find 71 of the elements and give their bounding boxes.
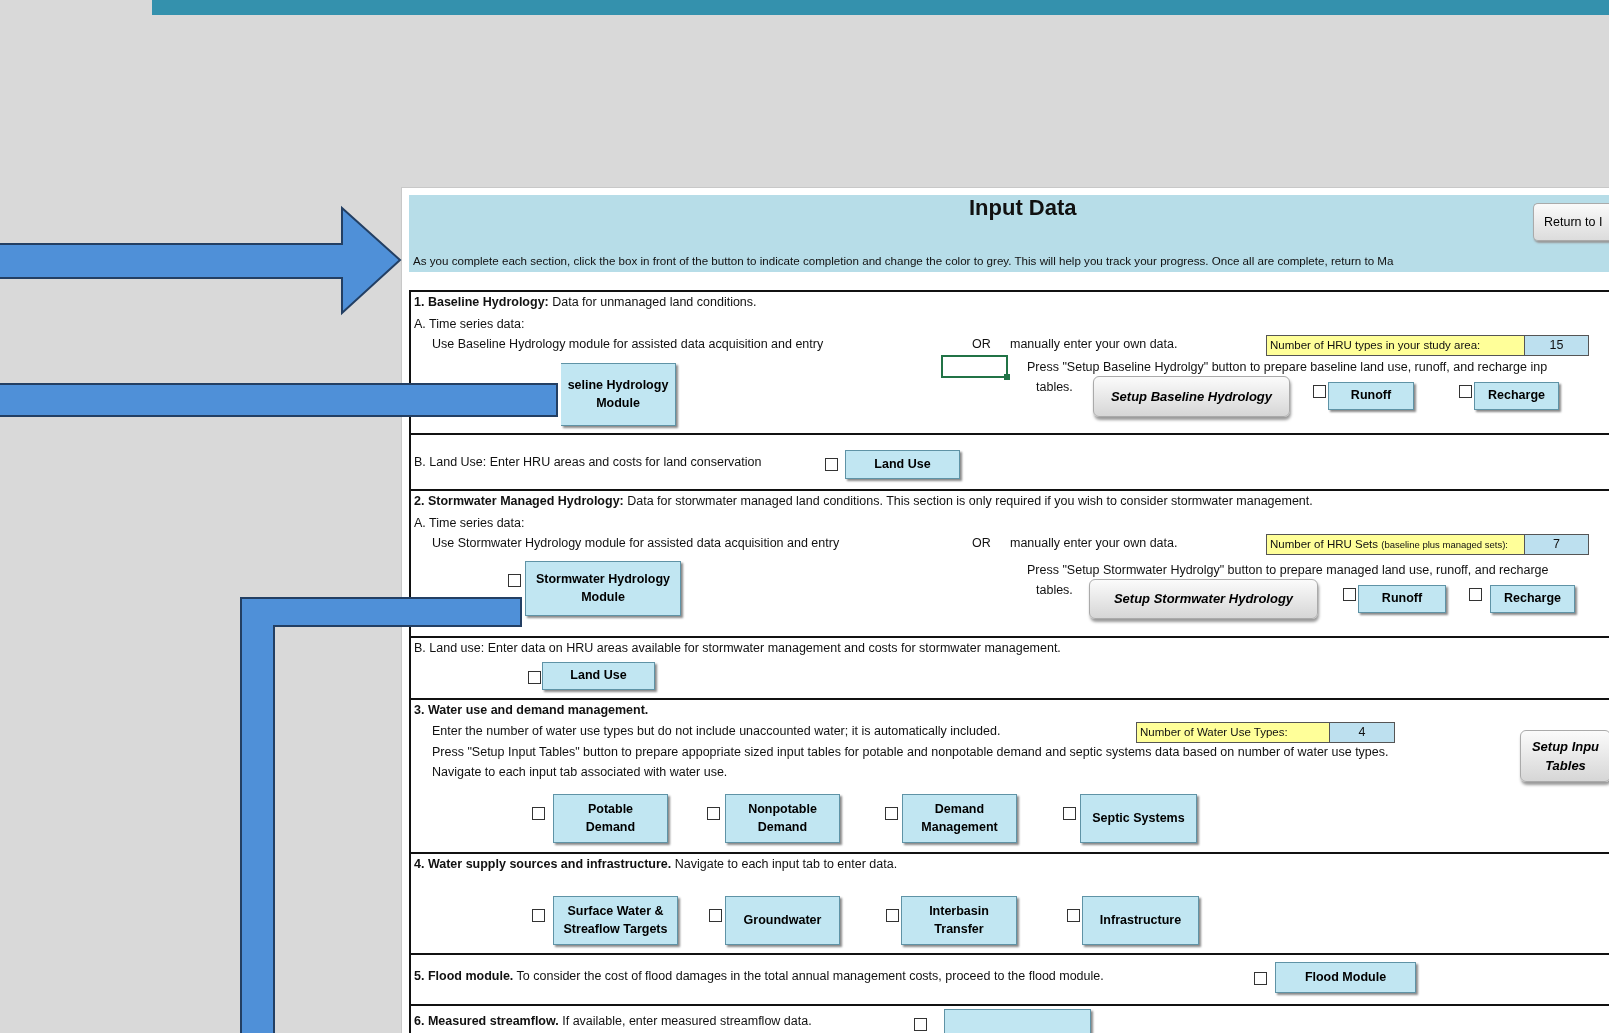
instruction-text: Use Baseline Hydrology module for assisted data acquisition and entry — [432, 336, 825, 353]
checkbox[interactable] — [508, 574, 521, 587]
checkbox[interactable] — [886, 909, 899, 922]
module-button[interactable]: Land Use — [845, 450, 960, 479]
instruction-text: B. Land Use: Enter HRU areas and costs for land conservation — [414, 454, 763, 471]
module-button[interactable]: Infrastructure — [1082, 896, 1199, 945]
section-subheading: A. Time series data: — [414, 316, 526, 333]
checkbox[interactable] — [707, 807, 720, 820]
checkbox[interactable] — [532, 909, 545, 922]
section-heading: 2. Stormwater Managed Hydrology: Data for storwmater managed land conditions. This section is only required if you wish to consider stormwater management. — [414, 493, 1314, 510]
sheet-title: Input Data — [969, 195, 1078, 222]
instruction-text: manually enter your own data. — [1010, 336, 1179, 353]
checkbox[interactable] — [1313, 385, 1326, 398]
section-heading: 6. Measured streamflow. If available, enter measured streamflow data. — [414, 1013, 813, 1030]
section-heading: 3. Water use and demand management. — [414, 702, 650, 719]
instruction-text: tables. — [1036, 379, 1074, 396]
instruction-text: Press "Setup Stormwater Hydrolgy" button to prepare managed land use, runoff, and recharge — [1026, 562, 1550, 579]
instruction-text: B. Land use: Enter data on HRU areas available for stormwater management and costs for stormwater management. — [414, 640, 1062, 657]
checkbox[interactable] — [1459, 385, 1472, 398]
field-label: Number of HRU types in your study area: — [1266, 335, 1525, 356]
return-button[interactable]: Return to I — [1533, 203, 1609, 241]
value-field[interactable]: 4 — [1330, 722, 1395, 743]
instruction-text: Navigate to each input tab associated with water use. — [432, 764, 729, 781]
module-button[interactable]: Nonpotable Demand — [725, 794, 840, 843]
module-button[interactable] — [944, 1009, 1091, 1033]
value-field[interactable]: 15 — [1525, 335, 1589, 356]
section-heading: 1. Baseline Hydrology: Data for unmanaged land conditions. — [414, 294, 758, 311]
selected-cell[interactable] — [941, 355, 1008, 378]
instruction-text: Press "Setup Input Tables" button to prepare appopriate sized input tables for potable and nonpotable demand and septic systems data based on number of water use types. — [432, 744, 1390, 761]
setup-button[interactable]: Setup Inpu Tables — [1520, 730, 1609, 782]
module-button[interactable]: Surface Water & Streaflow Targets — [553, 896, 678, 945]
instruction-text: tables. — [1036, 582, 1074, 599]
checkbox[interactable] — [532, 807, 545, 820]
or-label: OR — [972, 535, 992, 552]
section-heading: 5. Flood module. To consider the cost of flood damages in the total annual management costs, proceed to the flood module. — [414, 968, 1105, 985]
checkbox[interactable] — [1067, 909, 1080, 922]
checkbox[interactable] — [1063, 807, 1076, 820]
checkbox[interactable] — [825, 458, 838, 471]
field-label: Number of HRU Sets (baseline plus managed sets): — [1266, 534, 1525, 555]
module-button[interactable]: Recharge — [1490, 585, 1575, 613]
module-button[interactable]: Potable Demand — [553, 794, 668, 843]
section-heading: 4. Water supply sources and infrastructure. Navigate to each input tab to enter data. — [414, 856, 899, 873]
instruction-text: Enter the number of water use types but do not include unaccounted water; it is automatically included. — [432, 723, 1002, 740]
instructions-text: As you complete each section, click the box in front of the button to indicate completion and change the color to grey. This will help you track your progress. Once all are complete, return to Ma — [413, 253, 1395, 269]
checkbox[interactable] — [1469, 588, 1482, 601]
setup-button[interactable]: Setup Stormwater Hydrology — [1089, 579, 1318, 619]
module-button[interactable]: Septic Systems — [1080, 794, 1197, 843]
module-button[interactable]: Interbasin Transfer — [901, 896, 1017, 945]
module-button[interactable]: Recharge — [1474, 382, 1559, 410]
checkbox[interactable] — [528, 671, 541, 684]
value-field[interactable]: 7 — [1525, 534, 1589, 555]
checkbox[interactable] — [1343, 588, 1356, 601]
module-button[interactable]: Runoff — [1358, 585, 1446, 613]
field-label: Number of Water Use Types: — [1136, 722, 1330, 743]
checkbox[interactable] — [709, 909, 722, 922]
instruction-text: manually enter your own data. — [1010, 535, 1179, 552]
checkbox[interactable] — [914, 1018, 927, 1031]
module-button[interactable]: Demand Management — [902, 794, 1017, 843]
module-button[interactable]: seline Hydrology Module — [561, 363, 676, 426]
module-button[interactable]: Runoff — [1328, 382, 1414, 410]
setup-button[interactable]: Setup Baseline Hydrology — [1093, 376, 1290, 417]
module-button[interactable]: Stormwater Hydrology Module — [525, 561, 681, 616]
checkbox[interactable] — [1254, 972, 1267, 985]
or-label: OR — [972, 336, 992, 353]
module-button[interactable]: Flood Module — [1275, 962, 1416, 993]
instruction-text: Use Stormwater Hydrology module for assisted data acquisition and entry — [432, 535, 841, 552]
section-subheading: A. Time series data: — [414, 515, 526, 532]
checkbox[interactable] — [885, 807, 898, 820]
module-button[interactable]: Groundwater — [725, 896, 840, 945]
module-button[interactable]: Land Use — [542, 662, 655, 690]
instruction-text: Press "Setup Baseline Hydrolgy" button to prepare baseline land use, runoff, and recharge inp — [1026, 359, 1549, 376]
